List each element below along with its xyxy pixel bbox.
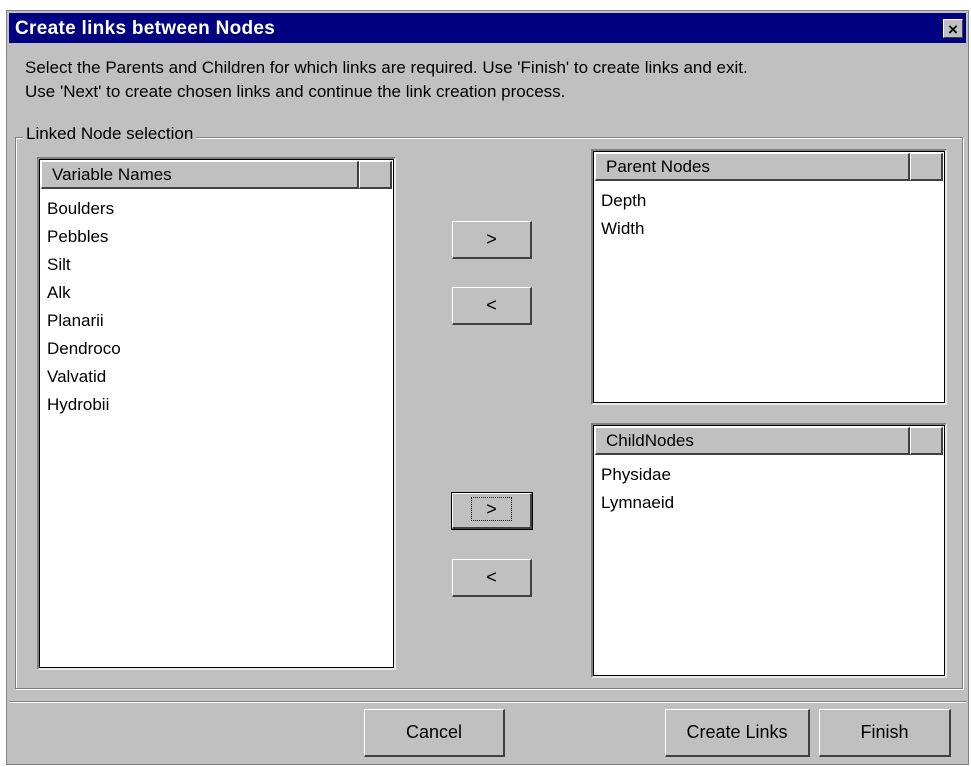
cancel-label: Cancel <box>405 722 463 742</box>
add-child-button[interactable]: > <box>451 492 533 530</box>
add-parent-label: > <box>486 229 497 249</box>
close-button[interactable]: × <box>943 19 963 39</box>
list-item[interactable]: Silt <box>47 251 390 279</box>
finish-label: Finish <box>860 722 909 742</box>
parent-nodes-items: Depth Width <box>601 187 941 243</box>
remove-child-button[interactable]: < <box>452 559 532 597</box>
list-item[interactable]: Physidae <box>601 461 941 489</box>
parent-nodes-list[interactable]: Parent Nodes Depth Width <box>591 149 947 405</box>
parent-nodes-header: Parent Nodes <box>595 153 943 181</box>
child-nodes-header: ChildNodes <box>595 427 943 455</box>
instructions-line-2: Use 'Next' to create chosen links and co… <box>25 82 566 101</box>
cancel-button[interactable]: Cancel <box>364 709 505 757</box>
parent-nodes-column-header[interactable]: Parent Nodes <box>595 153 910 181</box>
list-item[interactable]: Dendroco <box>47 335 390 363</box>
variable-names-column-header[interactable]: Variable Names <box>41 161 359 189</box>
create-links-label: Create Links <box>686 722 788 742</box>
remove-child-label: < <box>486 567 497 587</box>
add-parent-button[interactable]: > <box>452 221 532 259</box>
list-item[interactable]: Depth <box>601 187 941 215</box>
dialog-title: Create links between Nodes <box>15 18 276 39</box>
remove-parent-label: < <box>486 295 497 315</box>
title-bar: Create links between Nodes × <box>9 13 966 43</box>
instructions-line-1: Select the Parents and Children for whic… <box>25 58 748 77</box>
child-nodes-items: Physidae Lymnaeid <box>601 461 941 517</box>
list-item[interactable]: Alk <box>47 279 390 307</box>
create-links-button[interactable]: Create Links <box>665 709 810 757</box>
list-item[interactable]: Hydrobii <box>47 391 390 419</box>
add-child-label: > <box>471 497 512 521</box>
variable-names-extra-column-header[interactable] <box>359 161 392 189</box>
finish-button[interactable]: Finish <box>819 709 951 757</box>
footer-separator <box>9 701 966 703</box>
create-links-dialog: Create links between Nodes × Select the … <box>6 10 969 765</box>
list-item[interactable]: Valvatid <box>47 363 390 391</box>
list-item[interactable]: Pebbles <box>47 223 390 251</box>
list-item[interactable]: Lymnaeid <box>601 489 941 517</box>
child-nodes-column-header[interactable]: ChildNodes <box>595 427 910 455</box>
parent-nodes-extra-column-header[interactable] <box>910 153 943 181</box>
instructions-text: Select the Parents and Children for whic… <box>25 56 965 104</box>
variable-names-items: Boulders Pebbles Silt Alk Planarii Dendr… <box>47 195 390 419</box>
list-item[interactable]: Width <box>601 215 941 243</box>
list-item[interactable]: Boulders <box>47 195 390 223</box>
remove-parent-button[interactable]: < <box>452 287 532 325</box>
list-item[interactable]: Planarii <box>47 307 390 335</box>
close-icon: × <box>948 20 958 39</box>
group-label: Linked Node selection <box>23 124 197 144</box>
child-nodes-extra-column-header[interactable] <box>910 427 943 455</box>
variable-names-list[interactable]: Variable Names Boulders Pebbles Silt Alk… <box>37 157 396 670</box>
variable-names-header: Variable Names <box>41 161 392 189</box>
child-nodes-list[interactable]: ChildNodes Physidae Lymnaeid <box>591 423 947 678</box>
